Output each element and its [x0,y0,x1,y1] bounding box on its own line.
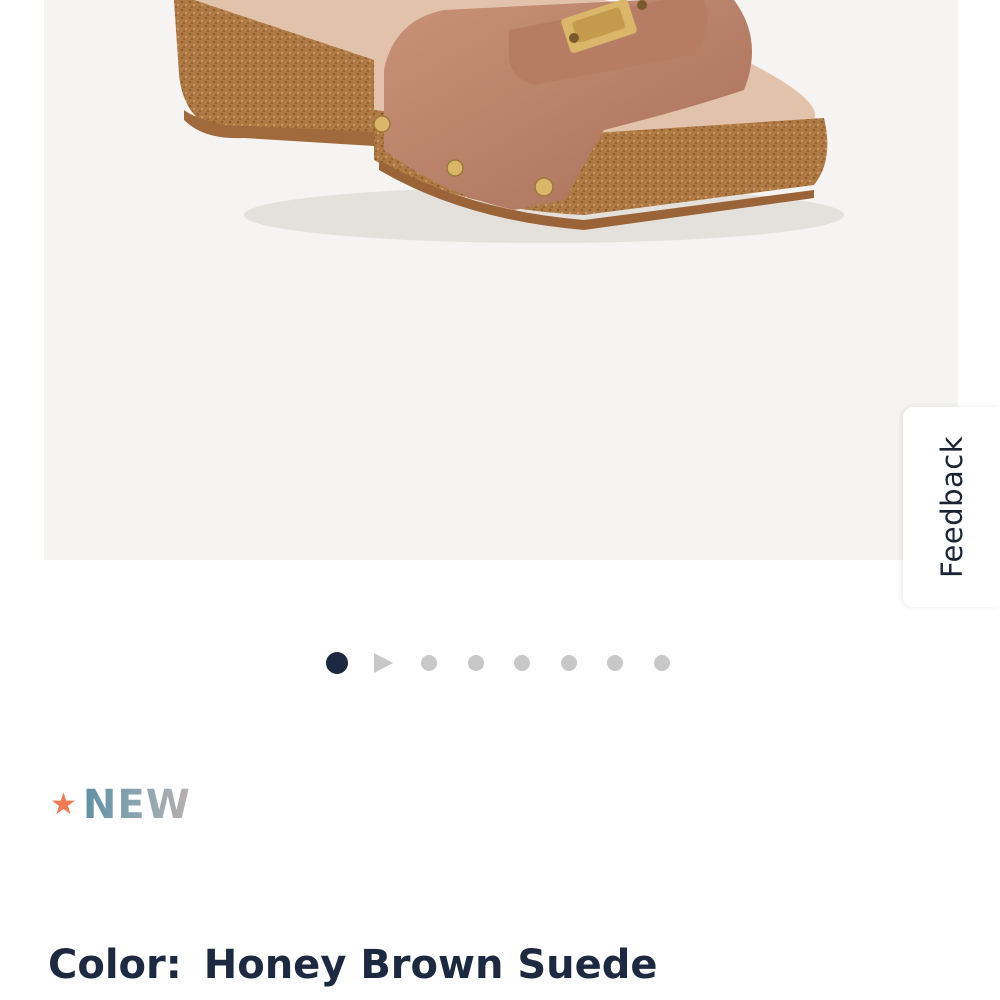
color-label: Color: [48,942,182,988]
feedback-label: Feedback [934,435,969,579]
product-image [174,0,844,243]
product-image-gallery[interactable] [44,0,958,560]
new-badge: ★ NEW [50,780,191,830]
carousel-dot-8[interactable] [653,655,670,671]
carousel-dot-1[interactable] [326,652,348,674]
new-badge-label: NEW [82,782,191,828]
carousel-dot-6[interactable] [560,655,577,671]
product-page: Feedback ★ NEW Color: Honey Brown Suede [0,0,1000,1000]
star-icon: ★ [50,787,77,822]
carousel-dot-5[interactable] [514,655,530,671]
carousel-pagination [326,649,700,677]
product-color: Color: Honey Brown Suede [48,942,658,988]
carousel-dot-4[interactable] [467,655,484,671]
carousel-dot-3[interactable] [421,655,437,671]
play-icon[interactable] [374,653,393,673]
color-value: Honey Brown Suede [203,942,658,988]
carousel-dot-7[interactable] [607,655,623,671]
feedback-tab[interactable]: Feedback [903,407,1000,607]
